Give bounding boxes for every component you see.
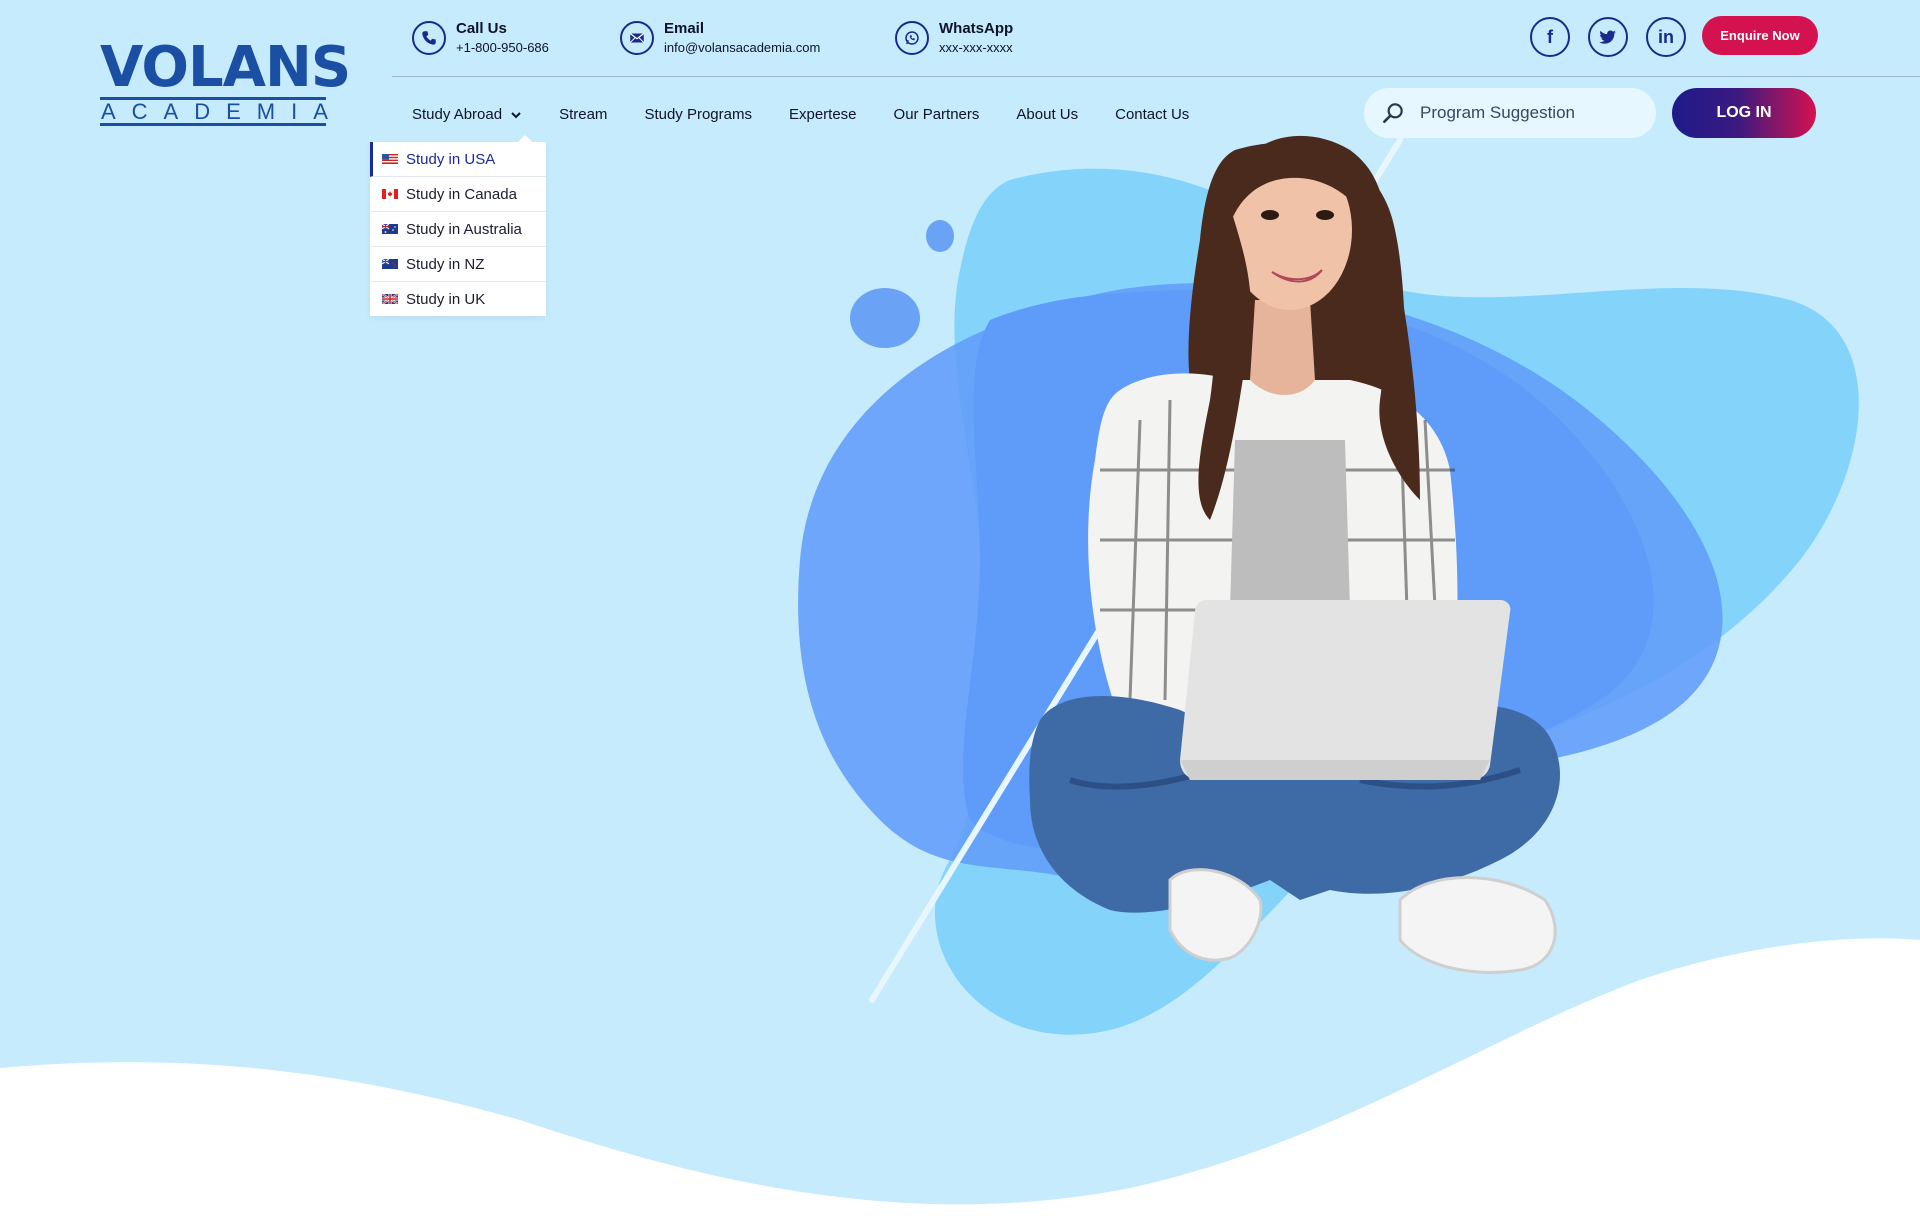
whatsapp-icon xyxy=(895,20,929,55)
logo-subtitle: ACADEMIA xyxy=(100,97,344,126)
nav-stream[interactable]: Stream xyxy=(559,106,607,123)
nav-expertese[interactable]: Expertese xyxy=(789,106,857,123)
dropdown-label-uk: Study in UK xyxy=(406,290,486,308)
dropdown-label-nz: Study in NZ xyxy=(406,255,485,273)
main-nav: Study Abroad Stream Study Programs Exper… xyxy=(412,106,1226,123)
program-search[interactable] xyxy=(1364,88,1656,138)
uk-flag-icon xyxy=(382,294,398,304)
login-button[interactable]: LOG IN xyxy=(1672,88,1816,138)
nav-about-us[interactable]: About Us xyxy=(1016,106,1078,123)
facebook-glyph: f xyxy=(1547,26,1553,47)
nav-our-partners[interactable]: Our Partners xyxy=(894,106,980,123)
contact-email-title: Email xyxy=(664,20,705,37)
nav-contact-us[interactable]: Contact Us xyxy=(1115,106,1189,123)
nav-study-abroad-label: Study Abroad xyxy=(412,106,503,123)
contact-whatsapp-title: WhatsApp xyxy=(939,20,1014,37)
dropdown-item-canada[interactable]: Study in Canada xyxy=(370,177,546,212)
nav-study-abroad[interactable]: Study Abroad xyxy=(412,106,522,123)
twitter-icon[interactable] xyxy=(1588,17,1628,57)
mid-blob xyxy=(798,283,1723,892)
dropdown-item-usa[interactable]: Study in USA xyxy=(370,142,546,177)
phone-icon xyxy=(412,20,446,55)
twitter-bird-icon xyxy=(1599,30,1617,44)
contact-call-title: Call Us xyxy=(456,20,507,37)
bubble-large xyxy=(850,288,920,348)
diagonal-line xyxy=(869,137,1403,1003)
contact-email[interactable]: Email info@volansacademia.com xyxy=(620,20,820,55)
light-blob xyxy=(934,168,1859,1035)
chevron-down-icon xyxy=(511,111,521,118)
hero-illustration xyxy=(0,135,1920,1216)
mail-icon xyxy=(620,20,654,55)
contact-call-value: +1-800-950-686 xyxy=(456,40,549,55)
brand-logo[interactable]: VOLANS ACADEMIA xyxy=(100,35,351,126)
nz-flag-icon xyxy=(382,259,398,269)
dropdown-item-uk[interactable]: Study in UK xyxy=(370,282,546,316)
facebook-icon[interactable]: f xyxy=(1530,17,1570,57)
enquire-now-button[interactable]: Enquire Now xyxy=(1702,16,1818,55)
contact-whatsapp-value: xxx-xxx-xxxx xyxy=(939,40,1013,55)
dropdown-item-australia[interactable]: Study in Australia xyxy=(370,212,546,247)
dropdown-label-usa: Study in USA xyxy=(406,150,496,168)
laptop xyxy=(1180,600,1511,780)
canada-flag-icon xyxy=(382,189,398,199)
bubble-small xyxy=(926,220,954,252)
dropdown-item-nz[interactable]: Study in NZ xyxy=(370,247,546,282)
dropdown-label-australia: Study in Australia xyxy=(406,220,522,238)
dropdown-label-canada: Study in Canada xyxy=(406,185,517,203)
bottom-wave xyxy=(0,938,1920,1216)
contact-call[interactable]: Call Us +1-800-950-686 xyxy=(412,20,549,55)
study-abroad-dropdown: Study in USA Study in Canada Study in Au… xyxy=(370,135,546,316)
overlap-blob xyxy=(963,289,1654,851)
search-icon xyxy=(1383,103,1403,123)
contact-whatsapp[interactable]: WhatsApp xxx-xxx-xxxx xyxy=(895,20,1013,55)
nav-study-programs[interactable]: Study Programs xyxy=(644,106,752,123)
usa-flag-icon xyxy=(382,154,398,164)
logo-wordmark: VOLANS xyxy=(100,35,351,100)
australia-flag-icon xyxy=(382,224,398,234)
linkedin-glyph: in xyxy=(1658,26,1674,47)
woman-figure xyxy=(1029,135,1560,974)
header-divider xyxy=(392,76,1920,77)
contact-email-value: info@volansacademia.com xyxy=(664,40,821,55)
search-input[interactable] xyxy=(1418,102,1632,124)
linkedin-icon[interactable]: in xyxy=(1646,17,1686,57)
